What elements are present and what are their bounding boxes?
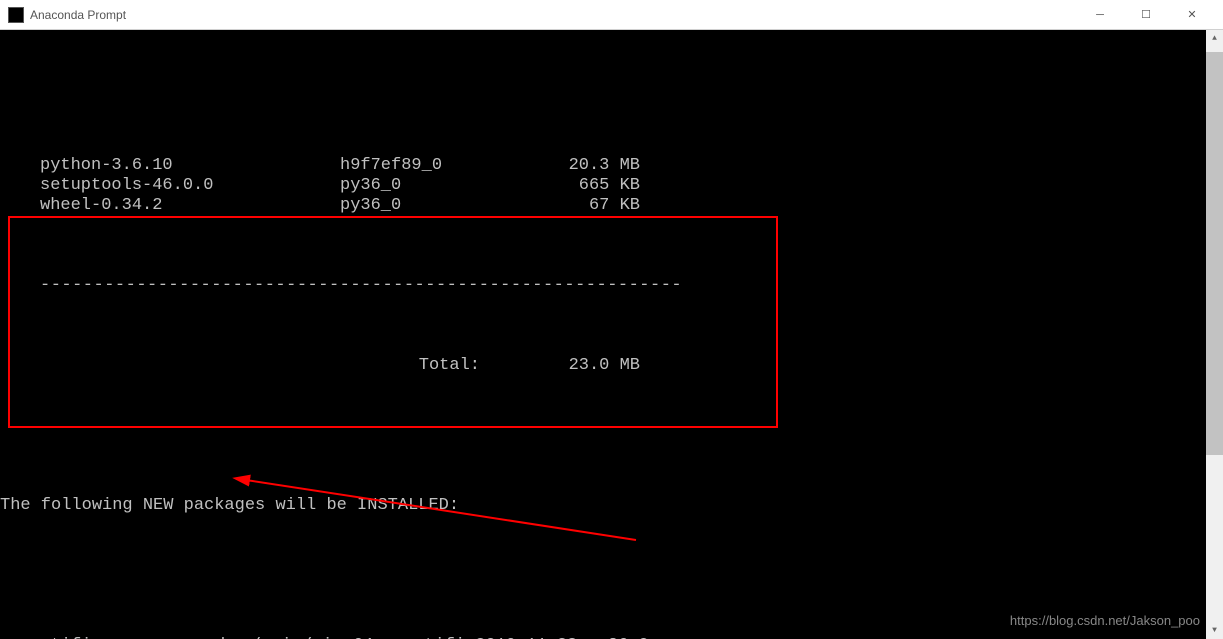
- top-package-row: setuptools-46.0.0py36_0665 KB: [0, 176, 1206, 196]
- minimize-button[interactable]: ─: [1077, 0, 1123, 30]
- scroll-up-button[interactable]: ▲: [1206, 30, 1223, 47]
- total-label: Total:: [340, 356, 520, 376]
- pkg-name: setuptools-46.0.0: [40, 176, 340, 196]
- total-size: 23.0 MB: [520, 356, 650, 376]
- pkg-size: 20.3 MB: [520, 156, 650, 176]
- close-button[interactable]: ✕: [1169, 0, 1215, 30]
- terminal[interactable]: python-3.6.10h9f7ef89_020.3 MBsetuptools…: [0, 30, 1206, 639]
- app-icon: [8, 7, 24, 23]
- scrollbar[interactable]: ▲ ▼: [1206, 30, 1223, 639]
- pkg-build: py36_0: [340, 176, 520, 196]
- scroll-thumb[interactable]: [1206, 52, 1223, 455]
- highlight-box: [8, 216, 778, 428]
- pkg-build: h9f7ef89_0: [340, 156, 520, 176]
- pkg-name: wheel-0.34.2: [40, 196, 340, 216]
- pkg-size: 67 KB: [520, 196, 650, 216]
- scroll-down-button[interactable]: ▼: [1206, 622, 1223, 639]
- top-package-row: python-3.6.10h9f7ef89_020.3 MB: [0, 156, 1206, 176]
- pkg-name: python-3.6.10: [40, 156, 340, 176]
- scroll-track[interactable]: [1206, 47, 1223, 622]
- window-title: Anaconda Prompt: [30, 8, 1077, 22]
- total-row: Total: 23.0 MB: [0, 356, 1206, 376]
- terminal-wrap: python-3.6.10h9f7ef89_020.3 MBsetuptools…: [0, 30, 1223, 639]
- pkg-size: 665 KB: [520, 176, 650, 196]
- pkg-build: py36_0: [340, 196, 520, 216]
- dash-line: ----------------------------------------…: [40, 276, 682, 296]
- maximize-button[interactable]: ☐: [1123, 0, 1169, 30]
- top-package-row: wheel-0.34.2py36_067 KB: [0, 196, 1206, 216]
- watermark: https://blog.csdn.net/Jakson_poo: [1010, 611, 1200, 631]
- install-header: The following NEW packages will be INSTA…: [0, 496, 1206, 516]
- titlebar: Anaconda Prompt ─ ☐ ✕: [0, 0, 1223, 30]
